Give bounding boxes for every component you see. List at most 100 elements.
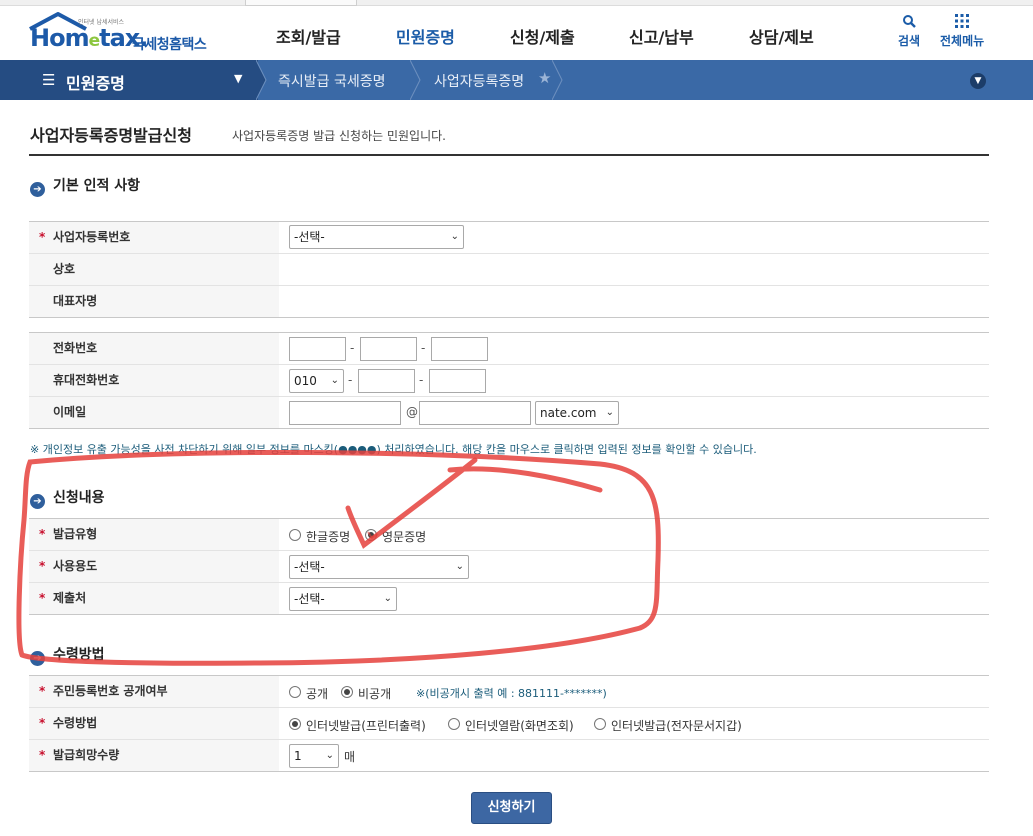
email-domain-select[interactable]: nate.com⌄ [535, 401, 619, 425]
radio-rrn-private-label: 비공개 [358, 685, 391, 702]
phone-dash: - [421, 341, 425, 355]
star-icon[interactable]: ★ [538, 69, 551, 87]
radio-method-view[interactable] [448, 718, 460, 730]
field-label: 상호 [29, 254, 279, 285]
nav-item-apply[interactable]: 신청/제출 [510, 24, 575, 48]
all-menu-button[interactable]: 전체메뉴 [940, 14, 984, 49]
nav-item-report[interactable]: 신고/납부 [629, 24, 694, 48]
copies-unit: 매 [344, 748, 355, 765]
hamburger-icon: ☰ [42, 71, 55, 89]
email-at: @ [406, 405, 418, 419]
receive-table: *주민등록번호 공개여부 공개 비공개 ※(비공개시 출력 예 : 881111… [29, 675, 989, 772]
nav-item-certificate[interactable]: 민원증명 [396, 24, 455, 48]
caret-down-icon: ▼ [234, 72, 242, 85]
logo-name: 국세청홈택스 [132, 34, 206, 54]
radio-rrn-private[interactable] [341, 686, 353, 698]
form-row-ceo: 대표자명 [29, 286, 989, 318]
menu-selector[interactable]: ☰ 민원증명 ▼ [0, 60, 258, 100]
form-row-purpose: *사용용도 -선택-⌄ [29, 551, 989, 583]
title-divider [29, 154, 989, 156]
copies-select[interactable]: 1⌄ [289, 744, 339, 768]
section-arrow-icon: ➔ [30, 651, 45, 666]
radio-english-label: 영문증명 [382, 528, 426, 545]
mobile-field-3[interactable] [429, 369, 486, 393]
apply-table: *발급유형 한글증명 영문증명 *사용용도 -선택-⌄ *제출처 -선택-⌄ [29, 518, 989, 615]
form-row-copies: *발급희망수량 1⌄ 매 [29, 740, 989, 772]
page-title: 사업자등록증명발급신청 [30, 122, 192, 146]
basic-info-table-2: 전화번호 - - 휴대전화번호 010⌄ - - 이메일 @ nate.com⌄ [29, 332, 989, 429]
section-arrow-icon: ➔ [30, 182, 45, 197]
field-label: *발급희망수량 [29, 740, 279, 771]
rrn-note: ※(비공개시 출력 예 : 881111-*******) [416, 685, 607, 701]
section-heading-basic: ➔기본 인적 사항 [30, 175, 140, 197]
field-label: 전화번호 [29, 333, 279, 364]
phone-field-2[interactable] [360, 337, 417, 361]
form-row-mobile: 휴대전화번호 010⌄ - - [29, 365, 989, 397]
recipient-select[interactable]: -선택-⌄ [289, 587, 397, 611]
breadcrumb-item-instant[interactable]: 즉시발급 국세증명 [278, 71, 386, 91]
field-label: *사용용도 [29, 551, 279, 582]
site-header: 인터넷 납세서비스 Hometax. 국세청홈택스 조회/발급 민원증명 신청/… [0, 6, 1033, 60]
radio-rrn-public[interactable] [289, 686, 301, 698]
page-description: 사업자등록증명 발급 신청하는 민원입니다. [232, 127, 446, 144]
radio-method-print[interactable] [289, 718, 301, 730]
radio-method-print-label: 인터넷발급(프린터출력) [306, 717, 426, 734]
chevron-down-icon: ⌄ [451, 226, 459, 248]
mobile-dash: - [419, 373, 423, 387]
chevron-down-icon: ⌄ [326, 745, 334, 767]
chevron-down-icon: ⌄ [606, 402, 614, 424]
basic-info-table-1: *사업자등록번호 -선택-⌄ 상호 대표자명 [29, 221, 989, 318]
search-label: 검색 [898, 34, 920, 48]
field-label: *발급유형 [29, 519, 279, 550]
breadcrumb-separator [410, 60, 422, 100]
bizno-select[interactable]: -선택-⌄ [289, 225, 464, 249]
radio-rrn-public-label: 공개 [306, 685, 328, 702]
phone-field-1[interactable] [289, 337, 346, 361]
all-menu-label: 전체메뉴 [940, 34, 984, 48]
search-button[interactable]: 검색 [898, 14, 920, 49]
section-arrow-icon: ➔ [30, 494, 45, 509]
breadcrumb-separator [552, 60, 564, 100]
radio-method-wallet-label: 인터넷발급(전자문서지갑) [611, 717, 742, 734]
submit-button[interactable]: 신청하기 [471, 792, 552, 824]
field-label: *제출처 [29, 583, 279, 614]
section-heading-apply: ➔신청내용 [30, 487, 105, 509]
form-row-company: 상호 [29, 254, 989, 286]
form-row-rrn: *주민등록번호 공개여부 공개 비공개 ※(비공개시 출력 예 : 881111… [29, 676, 989, 708]
radio-english[interactable] [365, 529, 377, 541]
company-value [279, 254, 989, 285]
email-id-field[interactable] [289, 401, 401, 425]
nav-item-inquiry[interactable]: 조회/발급 [276, 24, 341, 48]
hometax-logo[interactable]: 인터넷 납세서비스 Hometax. 국세청홈택스 [28, 12, 218, 56]
field-label: 휴대전화번호 [29, 365, 279, 396]
radio-method-wallet[interactable] [594, 718, 606, 730]
radio-method-view-label: 인터넷열람(화면조회) [465, 717, 574, 734]
grid-menu-icon [955, 14, 969, 28]
phone-dash: - [350, 341, 354, 355]
phone-field-3[interactable] [431, 337, 488, 361]
chevron-down-icon[interactable]: ▼ [970, 73, 986, 89]
email-domain-field[interactable] [419, 401, 531, 425]
menu-selector-label: 민원증명 [66, 70, 125, 94]
field-label: 이메일 [29, 397, 279, 428]
purpose-select[interactable]: -선택-⌄ [289, 555, 469, 579]
field-label: *수령방법 [29, 708, 279, 739]
ceo-value [279, 286, 989, 317]
radio-korean[interactable] [289, 529, 301, 541]
mobile-dash: - [348, 373, 352, 387]
chevron-down-icon: ⌄ [384, 588, 392, 610]
mobile-field-2[interactable] [358, 369, 415, 393]
form-row-issue-type: *발급유형 한글증명 영문증명 [29, 519, 989, 551]
form-row-recipient: *제출처 -선택-⌄ [29, 583, 989, 615]
field-label: *사업자등록번호 [29, 222, 279, 253]
masking-notice: ※ 개인정보 유출 가능성을 사전 차단하기 위해 일부 정보를 마스킹(●●●… [30, 441, 757, 457]
breadcrumb-item-current[interactable]: 사업자등록증명 [434, 71, 524, 91]
radio-korean-label: 한글증명 [306, 528, 350, 545]
nav-item-consult[interactable]: 상담/제보 [749, 24, 814, 48]
form-row-method: *수령방법 인터넷발급(프린터출력) 인터넷열람(화면조회) 인터넷발급(전자문… [29, 708, 989, 740]
mobile-prefix-select[interactable]: 010⌄ [289, 369, 344, 393]
chevron-down-icon: ⌄ [456, 556, 464, 578]
form-row-email: 이메일 @ nate.com⌄ [29, 397, 989, 429]
field-label: 대표자명 [29, 286, 279, 317]
logo-wordmark: Hometax. [30, 24, 147, 52]
